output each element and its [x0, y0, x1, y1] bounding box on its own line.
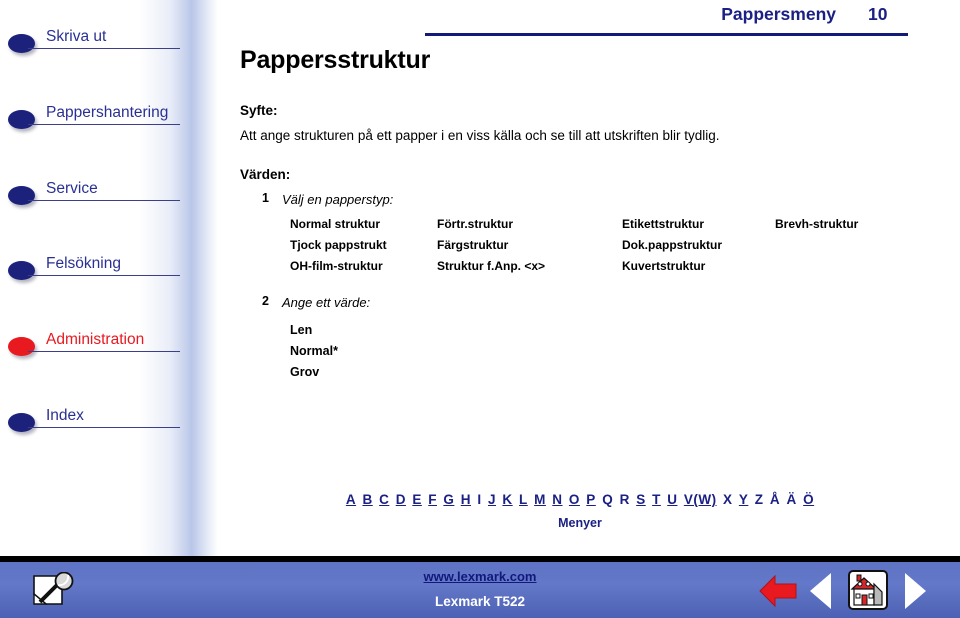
page-title: Pappersstruktur: [240, 46, 431, 74]
alpha-link-l[interactable]: L: [519, 492, 528, 507]
divider: [28, 124, 180, 125]
lexmark-website-link[interactable]: www.lexmark.com: [424, 569, 537, 584]
sidebar-item-service[interactable]: Service: [0, 179, 200, 207]
sidebar-item-skriva-ut[interactable]: Skriva ut: [0, 27, 200, 55]
next-page-icon[interactable]: [902, 570, 928, 612]
table-cell: Struktur f.Anp. <x>: [437, 259, 546, 273]
table-row: Tjock pappstrukt Färgstruktur Dok.pappst…: [290, 238, 895, 259]
alpha-link-n[interactable]: N: [552, 492, 562, 507]
divider: [28, 351, 180, 352]
sidebar-item-label: Service: [46, 180, 98, 197]
table-cell: Etikettstruktur: [622, 217, 705, 231]
alphabet-links: A B C D E F G H I J K L M N O P Q R S T U V(W) X Y Z Å Ä Ö: [240, 492, 920, 507]
alpha-link-aring[interactable]: Å: [770, 492, 780, 507]
step-number: 2: [262, 294, 269, 308]
alpha-link-c[interactable]: C: [379, 492, 389, 507]
previous-page-icon[interactable]: [808, 570, 834, 612]
table-cell: Dok.pappstruktur: [622, 238, 723, 252]
alphabet-index: A B C D E F G H I J K L M N O P Q R S T U V(W) X Y Z Å Ä Ö Menyer: [240, 492, 920, 530]
table-cell: Tjock pappstrukt: [290, 238, 387, 252]
bullet-icon: [8, 413, 35, 432]
alpha-link-x[interactable]: X: [723, 492, 733, 507]
footer-bar: www.lexmark.com Lexmark T522: [0, 556, 960, 618]
sidebar-item-label: Skriva ut: [46, 28, 107, 45]
page-header: Pappersmeny 10: [425, 3, 908, 36]
table-cell: Färgstruktur: [437, 238, 509, 252]
table-cell: Normal struktur: [290, 217, 381, 231]
texture-value-list: Len Normal* Grov: [290, 320, 940, 383]
alpha-link-r[interactable]: R: [620, 492, 630, 507]
alpha-link-f[interactable]: F: [428, 492, 437, 507]
alpha-link-e[interactable]: E: [412, 492, 422, 507]
alpha-link-s[interactable]: S: [636, 492, 646, 507]
alpha-link-y[interactable]: Y: [739, 492, 749, 507]
alpha-link-m[interactable]: M: [534, 492, 546, 507]
list-item: Len: [290, 323, 313, 337]
home-icon[interactable]: [848, 570, 888, 610]
sidebar-item-administration[interactable]: Administration: [0, 330, 200, 358]
bullet-icon: [8, 110, 35, 129]
main-content: Pappersstruktur Syfte: Att ange struktur…: [240, 45, 940, 383]
list-item: Grov: [290, 365, 320, 379]
page-number: 10: [868, 4, 888, 24]
header-title: Pappersmeny: [721, 4, 836, 24]
alpha-link-auml[interactable]: Ä: [787, 492, 797, 507]
table-cell: Brevh-struktur: [775, 217, 859, 231]
back-arrow-icon[interactable]: [758, 570, 798, 612]
divider: [28, 275, 180, 276]
alpha-link-q[interactable]: Q: [602, 492, 613, 507]
table-cell: Kuvertstruktur: [622, 259, 706, 273]
alpha-link-h[interactable]: H: [461, 492, 471, 507]
paper-type-table: Normal struktur Förtr.struktur Etikettst…: [290, 217, 895, 280]
table-cell: [775, 259, 895, 280]
alpha-link-t[interactable]: T: [652, 492, 661, 507]
alpha-link-u[interactable]: U: [667, 492, 677, 507]
sidebar: Skriva ut Pappershantering Service Felsö…: [0, 0, 218, 556]
purpose-heading: Syfte:: [240, 103, 278, 118]
alpha-link-p[interactable]: P: [586, 492, 596, 507]
alpha-link-k[interactable]: K: [502, 492, 512, 507]
sidebar-item-label: Felsökning: [46, 255, 121, 272]
menu-label: Menyer: [558, 516, 602, 530]
alpha-link-vw[interactable]: V(W): [684, 492, 717, 507]
step-text: Välj en papperstyp:: [282, 192, 394, 207]
sidebar-item-label: Pappershantering: [46, 104, 169, 121]
sidebar-item-label: Index: [46, 407, 84, 424]
alpha-link-i[interactable]: I: [477, 492, 481, 507]
alpha-link-ouml[interactable]: Ö: [803, 492, 814, 507]
step-2: 2 Ange ett värde:: [240, 294, 940, 312]
sidebar-item-felsokning[interactable]: Felsökning: [0, 254, 200, 282]
list-item: Normal*: [290, 344, 338, 358]
step-text: Ange ett värde:: [282, 295, 371, 310]
sidebar-item-label: Administration: [46, 331, 145, 348]
bullet-icon: [8, 34, 35, 53]
alpha-link-b[interactable]: B: [362, 492, 372, 507]
alpha-link-a[interactable]: A: [346, 492, 356, 507]
bullet-icon: [8, 186, 35, 205]
divider: [28, 427, 180, 428]
table-cell: Förtr.struktur: [437, 217, 514, 231]
sidebar-item-index[interactable]: Index: [0, 406, 200, 434]
alpha-link-d[interactable]: D: [396, 492, 406, 507]
table-row: OH-film-struktur Struktur f.Anp. <x> Kuv…: [290, 259, 895, 280]
step-1: 1 Välj en papperstyp:: [240, 191, 940, 209]
step-number: 1: [262, 191, 269, 205]
bullet-icon: [8, 337, 35, 356]
sidebar-item-pappershantering[interactable]: Pappershantering: [0, 103, 200, 131]
table-row: Normal struktur Förtr.struktur Etikettst…: [290, 217, 895, 238]
values-heading: Värden:: [240, 167, 291, 182]
table-cell: OH-film-struktur: [290, 259, 383, 273]
divider: [28, 48, 180, 49]
alpha-link-j[interactable]: J: [488, 492, 496, 507]
alpha-link-z[interactable]: Z: [755, 492, 764, 507]
alpha-link-o[interactable]: O: [569, 492, 580, 507]
table-cell: [775, 238, 895, 259]
purpose-text: Att ange strukturen på ett papper i en v…: [240, 128, 720, 143]
divider: [28, 200, 180, 201]
alpha-link-g[interactable]: G: [443, 492, 454, 507]
bullet-icon: [8, 261, 35, 280]
